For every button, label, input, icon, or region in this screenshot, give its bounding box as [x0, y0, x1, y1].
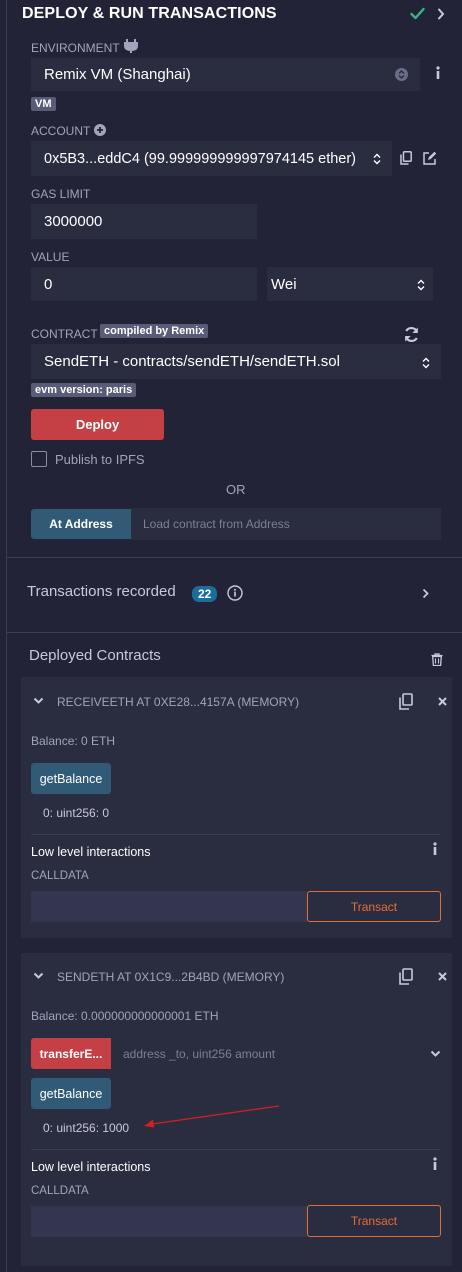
value-input[interactable]: 0	[31, 267, 257, 301]
transfer-params-input[interactable]: address _to, uint256 amount	[111, 1038, 425, 1069]
card-divider	[31, 834, 440, 835]
chevron-down-icon[interactable]	[430, 1050, 441, 1058]
calldata-label: CALLDATA	[31, 870, 89, 882]
transfer-params-placeholder: address _to, uint256 amount	[123, 1046, 276, 1061]
calldata-input[interactable]	[31, 891, 307, 922]
account-label: ACCOUNT	[31, 124, 91, 138]
check-icon	[410, 7, 425, 20]
deployed-contracts-title: Deployed Contracts	[29, 647, 161, 664]
contract-name: SENDETH AT 0X1C9...2B4BD (MEMORY)	[57, 970, 285, 984]
at-address-button[interactable]: At Address	[31, 509, 131, 539]
select-arrows-icon	[422, 356, 430, 368]
function-result: 0: uint256: 1000	[43, 1121, 130, 1135]
transact-button[interactable]: Transact	[307, 891, 441, 922]
get-balance-button[interactable]: getBalance	[31, 763, 111, 794]
page-title: DEPLOY & RUN TRANSACTIONS	[22, 5, 277, 22]
transactions-count-badge: 22	[192, 586, 218, 602]
info-icon[interactable]	[435, 66, 441, 80]
function-result: 0: uint256: 0	[43, 806, 110, 820]
select-arrows-icon	[373, 153, 381, 165]
low-level-interactions-label: Low level interactions	[31, 845, 151, 859]
publish-ipfs-checkbox[interactable]	[31, 451, 47, 467]
info-icon[interactable]	[432, 1157, 438, 1171]
get-balance-button[interactable]: getBalance	[31, 1078, 111, 1109]
trash-icon[interactable]	[431, 653, 443, 666]
value-unit: Wei	[271, 275, 297, 293]
section-divider	[7, 557, 462, 558]
environment-label: ENVIRONMENT	[31, 41, 120, 55]
transact-button[interactable]: Transact	[307, 1205, 441, 1237]
copy-icon[interactable]	[399, 693, 413, 710]
contract-label: CONTRACT	[31, 327, 98, 341]
account-select[interactable]: 0x5B3...eddC4 (99.999999999997974145 eth…	[31, 141, 392, 176]
chevron-right-icon[interactable]	[422, 588, 429, 599]
value-amount: 0	[44, 275, 53, 293]
chevron-right-icon[interactable]	[437, 8, 445, 20]
select-arrows-icon	[395, 68, 408, 81]
contract-value: SendETH - contracts/sendETH/sendETH.sol	[44, 353, 340, 370]
value-unit-select[interactable]: Wei	[267, 267, 433, 301]
info-icon[interactable]	[432, 842, 438, 856]
environment-select[interactable]: Remix VM (Shanghai)	[31, 58, 420, 91]
publish-ipfs-label: Publish to IPFS	[55, 452, 145, 467]
deploy-button[interactable]: Deploy	[31, 409, 164, 440]
or-separator: OR	[226, 482, 246, 497]
transfer-eth-button[interactable]: transferE...	[31, 1038, 111, 1069]
vm-badge: VM	[31, 97, 56, 111]
chevron-down-icon[interactable]	[33, 972, 44, 980]
contract-name: RECEIVEETH AT 0XE28...4157A (MEMORY)	[57, 695, 300, 709]
at-address-input[interactable]: Load contract from Address	[131, 508, 441, 540]
section-divider	[7, 632, 462, 633]
annotation-arrow	[140, 1103, 282, 1129]
contract-balance: Balance: 0 ETH	[31, 734, 116, 748]
at-address-placeholder: Load contract from Address	[143, 517, 290, 531]
edit-icon[interactable]	[423, 151, 437, 165]
calldata-input[interactable]	[31, 1206, 307, 1237]
evm-version-badge: evm version: paris	[31, 383, 137, 397]
close-icon[interactable]	[438, 972, 447, 981]
contract-balance: Balance: 0.000000000000001 ETH	[31, 1009, 219, 1023]
compiled-badge: compiled by Remix	[100, 324, 209, 338]
plus-circle-icon[interactable]	[94, 124, 106, 136]
gas-limit-label: GAS LIMIT	[31, 187, 91, 201]
refresh-icon[interactable]	[403, 326, 420, 343]
environment-value: Remix VM (Shanghai)	[44, 66, 191, 83]
account-value: 0x5B3...eddC4 (99.999999999997974145 eth…	[44, 150, 357, 167]
low-level-interactions-label: Low level interactions	[31, 1160, 151, 1174]
card-divider	[31, 1149, 440, 1150]
calldata-label: CALLDATA	[31, 1185, 89, 1197]
contract-select[interactable]: SendETH - contracts/sendETH/sendETH.sol	[31, 344, 441, 379]
transactions-recorded-label[interactable]: Transactions recorded	[27, 583, 176, 600]
panel-left-border	[6, 0, 7, 1272]
select-arrows-icon	[417, 278, 425, 291]
gas-limit-value: 3000000	[44, 213, 103, 230]
info-circle-icon[interactable]	[227, 585, 243, 601]
gas-limit-input[interactable]: 3000000	[31, 204, 257, 239]
chevron-down-icon[interactable]	[33, 697, 44, 705]
copy-icon[interactable]	[399, 968, 413, 985]
copy-icon[interactable]	[400, 151, 412, 165]
close-icon[interactable]	[438, 697, 447, 706]
plug-icon	[124, 38, 138, 54]
value-label: VALUE	[31, 250, 70, 264]
